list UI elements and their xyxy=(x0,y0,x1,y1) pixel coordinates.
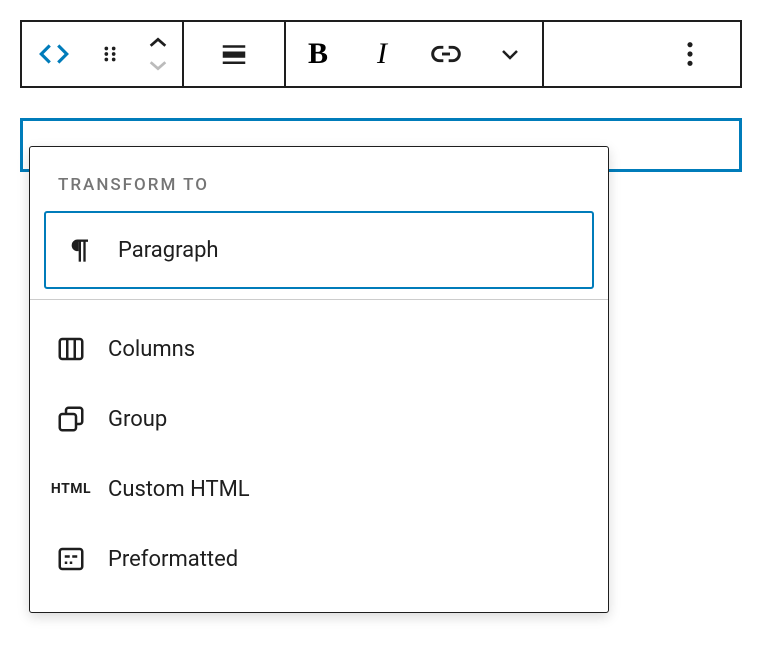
move-down-button[interactable] xyxy=(147,54,169,76)
transform-item-label: Custom HTML xyxy=(108,477,250,502)
toolbar-group-block xyxy=(22,22,184,86)
toolbar-group-format: B I xyxy=(286,22,544,86)
more-options-button[interactable] xyxy=(640,22,740,86)
transform-item-paragraph[interactable]: Paragraph xyxy=(44,211,594,289)
transform-item-label: Columns xyxy=(108,337,195,362)
preformatted-icon xyxy=(54,542,88,576)
transform-item-preformatted[interactable]: Preformatted xyxy=(30,524,608,594)
transform-item-group[interactable]: Group xyxy=(30,384,608,454)
italic-icon: I xyxy=(377,37,387,71)
transform-item-custom-html[interactable]: HTML Custom HTML xyxy=(30,454,608,524)
transform-group: Columns Group HTML Custom HTML xyxy=(30,300,608,612)
group-icon xyxy=(54,402,88,436)
html-icon: HTML xyxy=(54,472,88,506)
transform-item-label: Paragraph xyxy=(118,238,219,263)
move-controls xyxy=(134,22,182,86)
columns-icon xyxy=(54,332,88,366)
transform-item-label: Group xyxy=(108,407,167,432)
chevron-up-icon xyxy=(147,36,169,50)
block-toolbar: B I xyxy=(20,20,742,88)
transform-item-columns[interactable]: Columns xyxy=(30,314,608,384)
block-type-button[interactable] xyxy=(22,22,86,86)
more-formatting-button[interactable] xyxy=(478,22,542,86)
more-vertical-icon xyxy=(686,40,694,68)
toolbar-group-align xyxy=(184,22,286,86)
bold-button[interactable]: B xyxy=(286,22,350,86)
align-button[interactable] xyxy=(184,22,284,86)
toolbar-group-more xyxy=(544,22,740,86)
popover-header: TRANSFORM TO xyxy=(30,147,608,211)
transform-popover: TRANSFORM TO Paragraph Columns xyxy=(29,146,609,613)
link-button[interactable] xyxy=(414,22,478,86)
italic-button[interactable]: I xyxy=(350,22,414,86)
link-icon xyxy=(429,37,463,71)
chevron-down-icon xyxy=(147,58,169,72)
chevron-down-icon xyxy=(498,42,522,66)
align-icon xyxy=(217,37,251,71)
move-up-button[interactable] xyxy=(147,32,169,54)
transform-label: TRANSFORM TO xyxy=(58,175,580,195)
transform-item-label: Preformatted xyxy=(108,547,238,572)
drag-icon xyxy=(93,37,127,71)
paragraph-icon xyxy=(64,233,98,267)
bold-icon: B xyxy=(308,37,328,71)
drag-handle[interactable] xyxy=(86,22,134,86)
code-icon xyxy=(37,37,71,71)
